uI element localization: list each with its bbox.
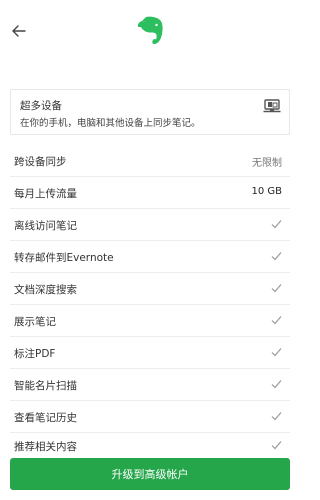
arrow-left-icon — [12, 25, 26, 37]
feature-row-history: 查看笔记历史 — [10, 401, 290, 433]
devices-icon — [263, 99, 281, 113]
feature-label: 离线访问笔记 — [14, 220, 77, 232]
plan-feature-card: 超多设备 在你的手机，电脑和其他设备上同步笔记。 — [10, 89, 290, 135]
feature-row-email: 转存邮件到Evernote — [10, 241, 290, 273]
feature-row-sync: 跨设备同步 无限制 — [10, 145, 290, 177]
header — [0, 0, 300, 72]
feature-label: 转存邮件到Evernote — [14, 252, 114, 264]
back-button[interactable] — [8, 20, 30, 42]
feature-label: 跨设备同步 — [14, 156, 67, 168]
upgrade-screen: 超多设备 在你的手机，电脑和其他设备上同步笔记。 跨设备同步 无限制 每月上传流… — [0, 0, 300, 500]
feature-row-pdf: 标注PDF — [10, 337, 290, 369]
check-icon — [271, 252, 282, 261]
check-icon — [271, 441, 282, 450]
feature-row-related-inner: 推荐相关内容 — [10, 433, 290, 453]
feature-label: 标注PDF — [14, 348, 56, 360]
feature-value: 无限制 — [252, 158, 282, 169]
feature-label: 推荐相关内容 — [14, 441, 77, 453]
check-icon — [271, 348, 282, 357]
footer: 升级到高级帐户 — [0, 452, 300, 500]
upgrade-button[interactable]: 升级到高级帐户 — [10, 458, 290, 490]
feature-row-offline: 离线访问笔记 — [10, 209, 290, 241]
card-subtitle: 在你的手机，电脑和其他设备上同步笔记。 — [20, 118, 201, 129]
feature-list: 跨设备同步 无限制 每月上传流量 10 GB 离线访问笔记 转存邮件到Evern… — [0, 145, 300, 433]
feature-row-search: 文档深度搜索 — [10, 273, 290, 305]
feature-label: 文档深度搜索 — [14, 284, 77, 296]
check-icon — [271, 412, 282, 421]
check-icon — [271, 284, 282, 293]
feature-value: 10 GB — [251, 186, 282, 197]
feature-row-upload: 每月上传流量 10 GB — [10, 177, 290, 209]
feature-label: 展示笔记 — [14, 316, 56, 328]
feature-label: 查看笔记历史 — [14, 412, 77, 424]
check-icon — [271, 316, 282, 325]
feature-row-related: 推荐相关内容 — [0, 433, 300, 453]
card-title: 超多设备 — [20, 100, 62, 112]
feature-label: 每月上传流量 — [14, 188, 77, 200]
check-icon — [271, 220, 282, 229]
check-icon — [271, 380, 282, 389]
feature-row-cards: 智能名片扫描 — [10, 369, 290, 401]
feature-label: 智能名片扫描 — [14, 380, 77, 392]
evernote-elephant-icon — [137, 16, 163, 45]
feature-row-present: 展示笔记 — [10, 305, 290, 337]
